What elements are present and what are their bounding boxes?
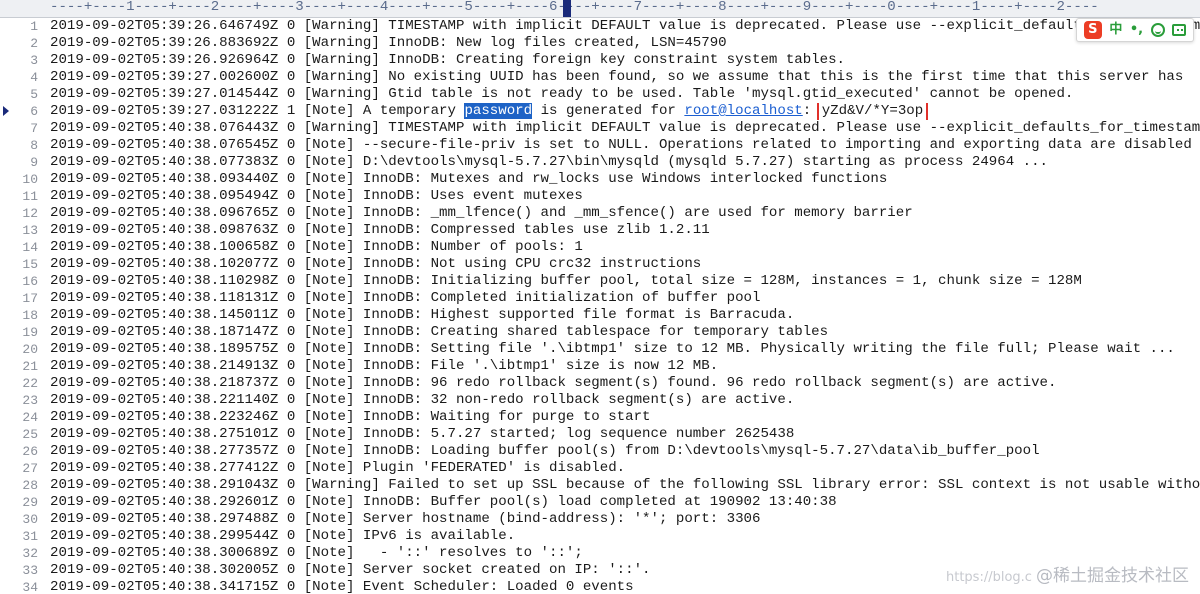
log-line[interactable]: 2019-09-02T05:40:38.145011Z 0 [Note] Inn… (50, 307, 1200, 324)
column-ruler: ----+----1----+----2----+----3----+----4… (0, 0, 1200, 18)
log-line[interactable]: 2019-09-02T05:40:38.102077Z 0 [Note] Inn… (50, 256, 1200, 273)
log-line[interactable]: 2019-09-02T05:40:38.214913Z 0 [Note] Inn… (50, 358, 1200, 375)
log-line[interactable]: 2019-09-02T05:40:38.300689Z 0 [Note] - '… (50, 545, 1200, 562)
ruler-scale: ----+----1----+----2----+----3----+----4… (50, 0, 1099, 15)
line-number: 30 (22, 512, 38, 527)
line-number: 13 (22, 223, 38, 238)
log-line-middle: is generated for (532, 103, 685, 119)
log-line[interactable]: 2019-09-02T05:40:38.218737Z 0 [Note] Inn… (50, 375, 1200, 392)
line-number: 21 (22, 359, 38, 374)
ime-toolbar[interactable]: S 中 •, (1076, 18, 1194, 42)
line-number: 23 (22, 393, 38, 408)
watermark-url: https://blog.c (946, 570, 1032, 585)
log-editor[interactable]: ----+----1----+----2----+----3----+----4… (0, 0, 1200, 594)
line-number: 2 (30, 36, 38, 51)
log-line[interactable]: 2019-09-02T05:40:38.093440Z 0 [Note] Inn… (50, 171, 1200, 188)
log-line-prefix: 2019-09-02T05:39:27.031222Z 1 [Note] A t… (50, 103, 465, 119)
line-number: 5 (30, 87, 38, 102)
smile-icon[interactable] (1150, 23, 1165, 37)
line-number: 24 (22, 410, 38, 425)
log-line[interactable]: 2019-09-02T05:39:26.883692Z 0 [Warning] … (50, 35, 1200, 52)
line-number: 19 (22, 325, 38, 340)
line-number: 7 (30, 121, 38, 136)
log-line[interactable]: 2019-09-02T05:40:38.100658Z 0 [Note] Inn… (50, 239, 1200, 256)
log-line[interactable]: 2019-09-02T05:40:38.277412Z 0 [Note] Plu… (50, 460, 1200, 477)
log-line[interactable]: 2019-09-02T05:39:27.031222Z 1 [Note] A t… (50, 103, 1200, 120)
sogou-logo-icon[interactable]: S (1083, 21, 1102, 39)
line-number: 14 (22, 240, 38, 255)
log-line[interactable]: 2019-09-02T05:39:26.926964Z 0 [Warning] … (50, 52, 1200, 69)
log-line[interactable]: 2019-09-02T05:40:38.076545Z 0 [Note] --s… (50, 137, 1200, 154)
log-line[interactable]: 2019-09-02T05:40:38.118131Z 0 [Note] Inn… (50, 290, 1200, 307)
log-line[interactable]: 2019-09-02T05:40:38.277357Z 0 [Note] Inn… (50, 443, 1200, 460)
log-line[interactable]: 2019-09-02T05:40:38.297488Z 0 [Note] Ser… (50, 511, 1200, 528)
log-line[interactable]: 2019-09-02T05:40:38.077383Z 0 [Note] D:\… (50, 154, 1200, 171)
highlighted-search-match: password (464, 103, 533, 119)
temporary-password-value: yZd&V/*Y=3op (816, 103, 929, 120)
log-line-colon: : (802, 103, 820, 119)
log-line[interactable]: 2019-09-02T05:40:38.221140Z 0 [Note] Inn… (50, 392, 1200, 409)
line-number: 17 (22, 291, 38, 306)
log-line[interactable]: 2019-09-02T05:40:38.299544Z 0 [Note] IPv… (50, 528, 1200, 545)
log-line[interactable]: 2019-09-02T05:40:38.291043Z 0 [Warning] … (50, 477, 1200, 494)
line-number: 20 (22, 342, 38, 357)
log-line[interactable]: 2019-09-02T05:39:26.646749Z 0 [Warning] … (50, 18, 1200, 35)
line-number: 32 (22, 546, 38, 561)
line-number: 25 (22, 427, 38, 442)
ruler-cursor-marker (563, 0, 571, 17)
log-line[interactable]: 2019-09-02T05:40:38.292601Z 0 [Note] Inn… (50, 494, 1200, 511)
line-number: 18 (22, 308, 38, 323)
line-number: 11 (22, 189, 38, 204)
ime-language-toggle[interactable]: 中 (1109, 21, 1122, 39)
log-line[interactable]: 2019-09-02T05:40:38.095494Z 0 [Note] Inn… (50, 188, 1200, 205)
line-number: 31 (22, 529, 38, 544)
line-number: 28 (22, 478, 38, 493)
user-host-link[interactable]: root@localhost (684, 103, 802, 119)
log-line[interactable]: 2019-09-02T05:40:38.096765Z 0 [Note] Inn… (50, 205, 1200, 222)
log-line[interactable]: 2019-09-02T05:40:38.223246Z 0 [Note] Inn… (50, 409, 1200, 426)
line-number: 29 (22, 495, 38, 510)
ime-punctuation-toggle[interactable]: •, (1130, 21, 1143, 39)
line-number: 34 (22, 580, 38, 594)
line-number: 27 (22, 461, 38, 476)
line-number: 26 (22, 444, 38, 459)
line-number: 8 (30, 138, 38, 153)
line-number: 9 (30, 155, 38, 170)
log-line[interactable]: 2019-09-02T05:40:38.187147Z 0 [Note] Inn… (50, 324, 1200, 341)
watermark: https://blog.c @稀土掘金技术社区 (946, 566, 1189, 586)
log-line[interactable]: 2019-09-02T05:40:38.098763Z 0 [Note] Inn… (50, 222, 1200, 239)
line-number: 4 (30, 70, 38, 85)
log-line[interactable]: 2019-09-02T05:40:38.275101Z 0 [Note] Inn… (50, 426, 1200, 443)
line-number: 16 (22, 274, 38, 289)
keyboard-grid-icon[interactable] (1172, 24, 1187, 36)
current-line-arrow-icon (3, 106, 9, 116)
log-line[interactable]: 2019-09-02T05:39:27.014544Z 0 [Warning] … (50, 86, 1200, 103)
log-line[interactable]: 2019-09-02T05:40:38.076443Z 0 [Warning] … (50, 120, 1200, 137)
line-number: 1 (30, 19, 38, 34)
log-line[interactable]: 2019-09-02T05:40:38.110298Z 0 [Note] Inn… (50, 273, 1200, 290)
line-number: 3 (30, 53, 38, 68)
line-number: 33 (22, 563, 38, 578)
watermark-brand: @稀土掘金技术社区 (1035, 566, 1189, 586)
line-numbers: 1 2 3 4 5 6 7 8 9 10 11 12 13 14 15 16 17 18 19 20 21 22 23 24 2… (0, 18, 38, 594)
log-line[interactable]: 2019-09-02T05:40:38.189575Z 0 [Note] Inn… (50, 341, 1200, 358)
line-number: 12 (22, 206, 38, 221)
line-number: 15 (22, 257, 38, 272)
line-number: 10 (22, 172, 38, 187)
log-line[interactable]: 2019-09-02T05:39:27.002600Z 0 [Warning] … (50, 69, 1200, 86)
line-number: 22 (22, 376, 38, 391)
text-area[interactable]: 2019-09-02T05:39:26.646749Z 0 [Warning] … (50, 18, 1200, 594)
